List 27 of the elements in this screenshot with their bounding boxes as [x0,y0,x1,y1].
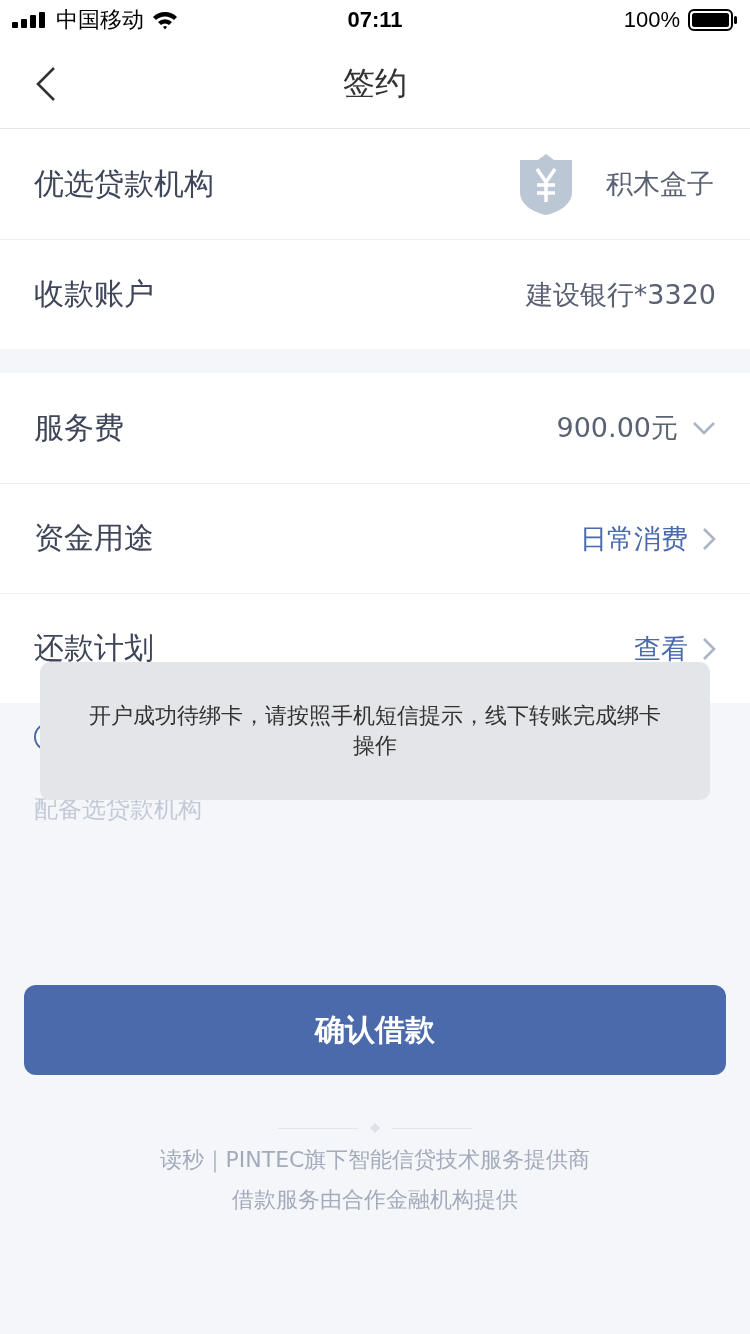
row-value: 建设银行*3320 [525,277,716,312]
row-value: 积木盒子 [606,167,714,201]
page-title: 签约 [343,63,407,104]
signal-icon [12,12,48,28]
row-value: 日常消费 [580,521,688,556]
row-label: 服务费 [34,408,124,447]
shield-yen-icon [518,152,574,216]
row-label: 收款账户 [34,275,154,313]
row-label: 优选贷款机构 [34,164,214,203]
confirm-button[interactable]: 确认借款 [24,985,726,1075]
diamond-icon [370,1123,380,1133]
wifi-icon [152,10,178,30]
select-row[interactable]: 服务费 900.00元 [0,373,750,483]
back-icon[interactable] [34,66,56,102]
row-label: 资金用途 [34,519,154,557]
footer-text: 借款服务由合作金融机构提供 [231,1187,519,1213]
message-toast: 开户成功待绑卡，请按照手机短信提示，线下转账完成绑卡操作 [40,662,710,800]
battery-icon [688,9,738,31]
chevron-down-icon [692,421,716,435]
chevron-right-icon [702,526,716,551]
row-value: 900.00元 [556,411,678,445]
battery-percent: 100% [623,7,680,33]
status-time: 07:11 [347,7,403,33]
footer-text: 读秒｜PINTEC旗下智能信贷技术服务提供商 [158,1147,592,1173]
select-row[interactable]: 资金用途 日常消费 [0,483,750,593]
carrier-name: 中国移动 [56,6,144,34]
chevron-right-icon [702,636,716,661]
